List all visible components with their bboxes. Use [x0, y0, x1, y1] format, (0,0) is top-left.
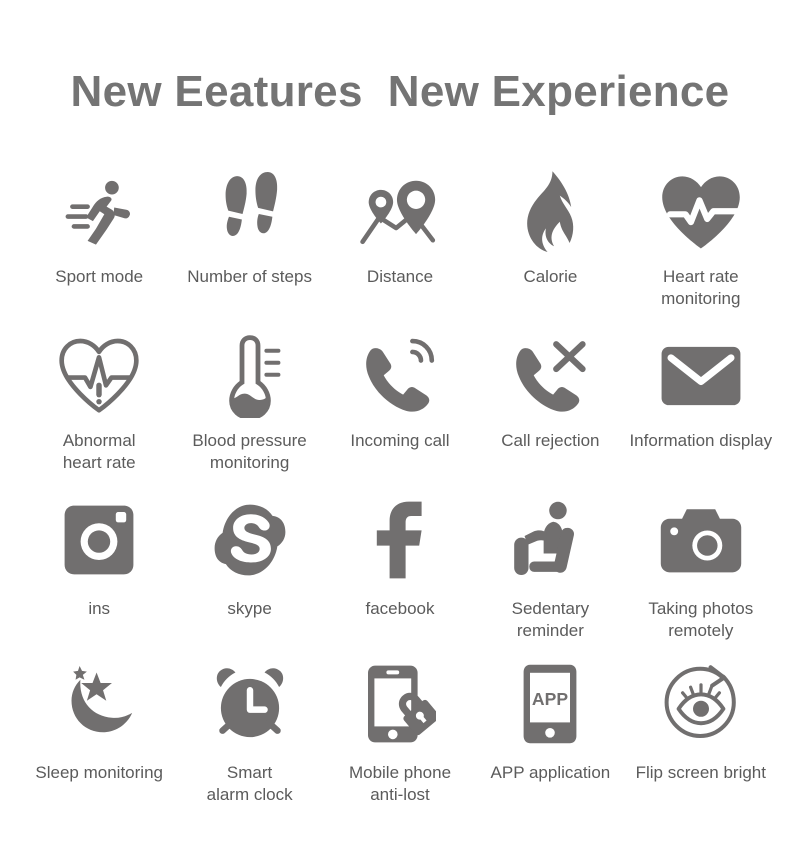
sitting-person-icon	[475, 494, 625, 586]
feature-label: Sport mode	[55, 267, 144, 286]
skype-icon	[174, 494, 324, 586]
feature-label: Sleep monitoring	[35, 763, 163, 782]
phone-ringing-icon	[325, 330, 475, 422]
footprints-icon	[174, 166, 324, 258]
feature-label: Number of steps	[187, 267, 312, 286]
facebook-icon	[325, 494, 475, 586]
phone-reject-icon	[475, 330, 625, 422]
feature-item-information-display[interactable]: Information display	[626, 330, 776, 494]
feature-item-smart-alarm-clock[interactable]: Smart alarm clock	[174, 658, 324, 822]
feature-label: Abnormal heart rate	[62, 431, 136, 472]
feature-label: Calorie	[523, 267, 578, 286]
eye-rotate-icon	[626, 658, 776, 750]
feature-item-skype[interactable]: skype	[174, 494, 324, 658]
feature-item-sport-mode[interactable]: Sport mode	[24, 166, 174, 330]
feature-item-calorie[interactable]: Calorie	[475, 166, 625, 330]
feature-item-heart-rate-monitoring[interactable]: Heart rate monitoring	[626, 166, 776, 330]
feature-item-taking-photos-remotely[interactable]: Taking photos remotely	[626, 494, 776, 658]
feature-item-distance[interactable]: Distance	[325, 166, 475, 330]
feature-item-sleep-monitoring[interactable]: Sleep monitoring	[24, 658, 174, 822]
feature-item-facebook[interactable]: facebook	[325, 494, 475, 658]
feature-poster: New Eeatures New Experience Sport mode N…	[0, 0, 800, 847]
svg-text:APP: APP	[532, 689, 568, 709]
moon-stars-icon	[24, 658, 174, 750]
flame-icon	[475, 166, 625, 258]
envelope-icon	[626, 330, 776, 422]
feature-item-incoming-call[interactable]: Incoming call	[325, 330, 475, 494]
feature-label: Information display	[629, 431, 773, 450]
feature-item-ins[interactable]: ins	[24, 494, 174, 658]
camera-icon	[626, 494, 776, 586]
phone-lock-icon	[325, 658, 475, 750]
feature-label: Flip screen bright	[635, 763, 766, 782]
feature-label: ins	[88, 599, 111, 618]
feature-item-sedentary-reminder[interactable]: Sedentary reminder	[475, 494, 625, 658]
phone-app-icon: APP	[475, 658, 625, 750]
feature-item-number-of-steps[interactable]: Number of steps	[174, 166, 324, 330]
heart-pulse-filled-icon	[626, 166, 776, 258]
feature-label: Distance	[366, 267, 434, 286]
feature-label: skype	[227, 599, 272, 618]
thermometer-icon	[174, 330, 324, 422]
feature-label: Heart rate monitoring	[661, 267, 741, 308]
map-pins-icon	[325, 166, 475, 258]
feature-label: Incoming call	[350, 431, 450, 450]
feature-label: APP application	[490, 763, 611, 782]
feature-label: facebook	[365, 599, 435, 618]
heart-pulse-outline-alert-icon	[24, 330, 174, 422]
page-title: New Eeatures New Experience	[70, 67, 730, 116]
feature-label: Mobile phone anti-lost	[348, 763, 452, 804]
feature-item-blood-pressure-monitoring[interactable]: Blood pressure monitoring	[174, 330, 324, 494]
feature-item-call-rejection[interactable]: Call rejection	[475, 330, 625, 494]
feature-label: Sedentary reminder	[511, 599, 590, 640]
feature-item-app-application[interactable]: APP APP application	[475, 658, 625, 822]
feature-item-mobile-phone-anti-lost[interactable]: Mobile phone anti-lost	[325, 658, 475, 822]
feature-label: Call rejection	[501, 431, 600, 450]
feature-label: Taking photos remotely	[648, 599, 754, 640]
feature-grid: Sport mode Number of steps Distance Calo…	[24, 166, 776, 822]
instagram-icon	[24, 494, 174, 586]
alarm-clock-icon	[174, 658, 324, 750]
feature-label: Blood pressure monitoring	[192, 431, 307, 472]
feature-item-flip-screen-bright[interactable]: Flip screen bright	[626, 658, 776, 822]
running-man-icon	[24, 166, 174, 258]
feature-item-abnormal-heart-rate[interactable]: Abnormal heart rate	[24, 330, 174, 494]
feature-label: Smart alarm clock	[206, 763, 293, 804]
